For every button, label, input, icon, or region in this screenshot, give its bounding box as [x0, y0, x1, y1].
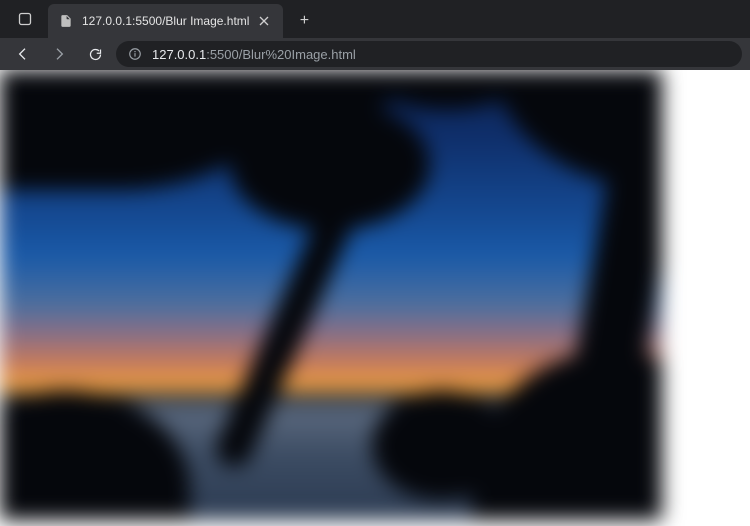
back-button[interactable]	[8, 40, 38, 68]
blurred-image	[0, 70, 662, 520]
page-viewport	[0, 70, 750, 526]
new-tab-button[interactable]: +	[289, 6, 319, 36]
url-path: :5500/Blur%20Image.html	[206, 47, 356, 62]
tab-actions-button[interactable]	[8, 2, 42, 36]
tab-active[interactable]: 127.0.0.1:5500/Blur Image.html	[48, 4, 283, 38]
tab-title: 127.0.0.1:5500/Blur Image.html	[82, 14, 249, 28]
tab-strip: 127.0.0.1:5500/Blur Image.html +	[0, 0, 750, 38]
file-icon	[58, 13, 74, 29]
scene-background	[0, 70, 662, 520]
site-info-icon[interactable]	[126, 45, 144, 63]
url-host: 127.0.0.1	[152, 47, 206, 62]
browser-chrome: 127.0.0.1:5500/Blur Image.html + 127.0.0…	[0, 0, 750, 70]
toolbar: 127.0.0.1:5500/Blur%20Image.html	[0, 38, 750, 70]
address-bar[interactable]: 127.0.0.1:5500/Blur%20Image.html	[116, 41, 742, 67]
bush-bottom-right	[472, 350, 662, 520]
reload-button[interactable]	[80, 40, 110, 68]
close-tab-button[interactable]	[255, 12, 273, 30]
forward-button	[44, 40, 74, 68]
url-text: 127.0.0.1:5500/Blur%20Image.html	[152, 47, 356, 62]
